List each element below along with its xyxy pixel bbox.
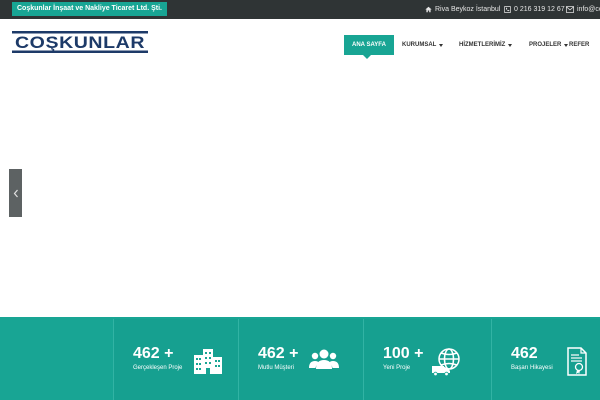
home-icon [425,6,432,13]
nav-item-kurumsal[interactable]: KURUMSAL [402,35,444,55]
caret-down-icon [508,43,513,47]
stat-card: 462 Başarı Hikayesi [491,319,600,400]
caret-down-icon [564,43,569,47]
stats-band: 462 + Gerçekleşen Proje 462 + Mutlu Müşt… [0,317,600,400]
stat-card: 100 + Yeni Proje [363,319,491,400]
address-item: Riva Beykoz İstanbul [425,0,500,19]
slider-prev-button[interactable] [9,169,22,217]
stat-value: 462 + [133,345,174,362]
email-text: info@co [577,6,600,13]
nav-item-projeler[interactable]: PROJELER [529,35,569,55]
nav-label: REFER [569,42,590,48]
logo-text: COŞKUNLAR [15,33,145,52]
stat-value: 100 + [383,345,424,362]
hero-slider [0,69,600,317]
caret-down-icon [439,43,444,47]
email-item[interactable]: info@co [566,0,600,19]
nav-label: HİZMETLERİMİZ [459,42,506,48]
nav-label: PROJELER [529,42,562,48]
stat-label: Başarı Hikayesi [511,365,553,371]
globe-truck-icon [432,348,460,377]
nav-item-ana-sayfa[interactable]: ANA SAYFA [344,35,394,59]
stat-label: Yeni Proje [383,365,411,371]
nav-item-hizmetlerimiz[interactable]: HİZMETLERİMİZ [459,35,513,55]
stat-label: Gerçekleşen Proje [133,365,183,371]
nav-label: KURUMSAL [402,42,437,48]
active-pointer [363,55,371,59]
top-bar: Coşkunlar İnşaat ve Nakliye Ticaret Ltd.… [0,0,600,19]
address-text: Riva Beykoz İstanbul [435,6,501,13]
stat-card: 462 + Gerçekleşen Proje [113,319,238,400]
stat-value: 462 + [258,345,299,362]
company-name-badge: Coşkunlar İnşaat ve Nakliye Ticaret Ltd.… [12,2,167,16]
stat-card: 462 + Mutlu Müşteri [238,319,363,400]
phone-text: 0 216 319 12 67 [514,6,565,13]
phone-icon [504,6,511,13]
buildings-icon [194,349,222,374]
users-group-icon [309,349,339,369]
stat-value: 462 [511,345,538,362]
chevron-left-icon [13,189,18,197]
site-logo[interactable]: COŞKUNLAR [12,31,148,58]
phone-item[interactable]: 0 216 319 12 67 [504,0,565,19]
nav-label: ANA SAYFA [352,42,386,48]
site-header: COŞKUNLAR ANA SAYFA KURUMSAL HİZMETLERİM… [0,19,600,69]
stat-label: Mutlu Müşteri [258,365,295,371]
nav-item-referanslar[interactable]: REFER [569,35,589,55]
certificate-icon [567,347,587,376]
envelope-icon [566,6,574,13]
